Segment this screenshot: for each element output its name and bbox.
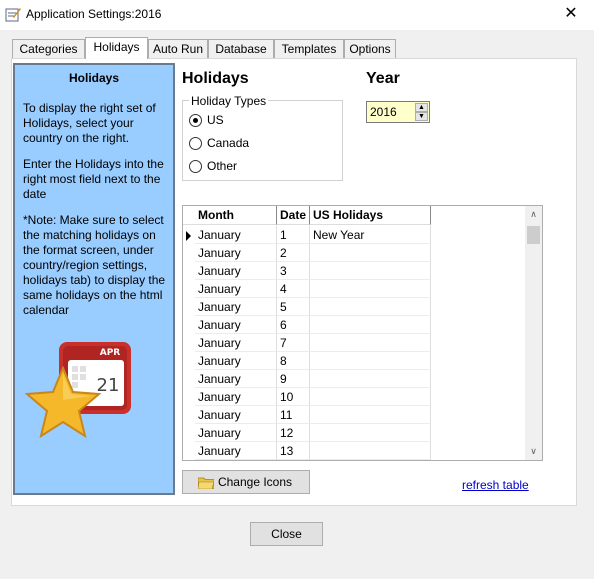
cell-date[interactable]: 10 [277,388,310,406]
change-icons-label: Change Icons [217,475,293,489]
table-row[interactable]: January 2 [183,244,528,262]
cell-date[interactable]: 2 [277,244,310,262]
cell-date[interactable]: 13 [277,442,310,460]
cell-holiday[interactable] [310,262,431,280]
year-heading: Year [366,70,400,87]
holidays-heading: Holidays [182,70,249,87]
star-icon [25,366,101,438]
cell-holiday[interactable] [310,298,431,316]
table-row[interactable]: January 8 [183,352,528,370]
cell-date[interactable]: 3 [277,262,310,280]
holiday-types-legend: Holiday Types [189,94,269,108]
cell-month[interactable]: January [195,262,277,280]
sidebar-paragraph-1: To display the right set of Holidays, se… [23,101,156,145]
cell-date[interactable]: 9 [277,370,310,388]
cell-date[interactable]: 11 [277,406,310,424]
scroll-down-icon[interactable]: ∨ [525,443,542,460]
sidebar-title: Holidays [68,71,119,85]
column-header-date[interactable]: Date [277,206,310,225]
table-row[interactable]: January 7 [183,334,528,352]
cell-holiday[interactable] [310,352,431,370]
table-row[interactable]: January 3 [183,262,528,280]
radio-selected-dot [193,118,198,123]
year-value[interactable]: 2016 [370,105,397,119]
holidays-table: Month Date US Holidays January 1 New Year J… [182,205,543,461]
year-spinner[interactable]: 2016 ▲ ▼ [366,101,430,123]
tab-database[interactable]: Database [208,39,274,58]
scroll-up-icon[interactable]: ∧ [525,206,542,223]
cell-date[interactable]: 6 [277,316,310,334]
table-header: Month Date US Holidays [183,206,528,225]
cell-holiday[interactable] [310,406,431,424]
cell-month[interactable]: January [195,352,277,370]
sidebar-paragraph-3: *Note: Make sure to select the matching … [23,213,166,317]
cell-month[interactable]: January [195,298,277,316]
table-row[interactable]: January 1 New Year [183,226,528,244]
cell-holiday[interactable] [310,316,431,334]
cell-date[interactable]: 8 [277,352,310,370]
sidebar-paragraph-2: Enter the Holidays into the right most f… [23,157,164,201]
cell-holiday[interactable] [310,334,431,352]
cell-month[interactable]: January [195,316,277,334]
tab-auto-run[interactable]: Auto Run [148,39,208,58]
cell-holiday[interactable] [310,388,431,406]
column-header-holidays[interactable]: US Holidays [310,206,431,225]
cell-date[interactable]: 12 [277,424,310,442]
cell-month[interactable]: January [195,280,277,298]
radio-us-label: US [207,113,224,127]
app-icon [5,8,21,22]
radio-button-icon [189,114,202,127]
calendar-month-label: APR [100,348,121,358]
current-row-marker-icon [186,231,191,241]
cell-holiday[interactable] [310,370,431,388]
radio-canada-label: Canada [207,136,250,150]
row-header-corner [183,206,195,225]
cell-holiday[interactable] [310,424,431,442]
folder-icon [198,477,214,489]
cell-month[interactable]: January [195,244,277,262]
spinner-up-icon[interactable]: ▲ [415,103,428,112]
cell-holiday[interactable]: New Year [310,226,431,244]
column-header-month[interactable]: Month [195,206,277,225]
table-scrollbar[interactable]: ∧ ∨ [525,206,542,460]
cell-date[interactable]: 1 [277,226,310,244]
table-row[interactable]: January 12 [183,424,528,442]
tab-categories[interactable]: Categories [12,39,85,58]
table-row[interactable]: January 6 [183,316,528,334]
cell-date[interactable]: 4 [277,280,310,298]
holiday-types-group: Holiday Types US Canada Other [182,94,343,181]
cell-month[interactable]: January [195,226,277,244]
close-button[interactable]: Close [250,522,323,546]
cell-month[interactable]: January [195,424,277,442]
tab-holidays[interactable]: Holidays [85,37,148,59]
title-bar: Application Settings:2016 ✕ [0,0,594,30]
cell-holiday[interactable] [310,442,431,460]
cell-date[interactable]: 5 [277,298,310,316]
table-row[interactable]: January 4 [183,280,528,298]
change-icons-button[interactable]: Change Icons [182,470,310,494]
spinner-down-icon[interactable]: ▼ [415,112,428,121]
cell-holiday[interactable] [310,280,431,298]
tab-options[interactable]: Options [344,39,396,58]
cell-month[interactable]: January [195,370,277,388]
table-row[interactable]: January 11 [183,406,528,424]
cell-month[interactable]: January [195,442,277,460]
radio-button-icon [189,137,202,150]
cell-month[interactable]: January [195,406,277,424]
cell-date[interactable]: 7 [277,334,310,352]
cell-month[interactable]: January [195,334,277,352]
table-row[interactable]: January 10 [183,388,528,406]
window-close-button[interactable]: ✕ [548,0,594,30]
cell-month[interactable]: January [195,388,277,406]
cell-holiday[interactable] [310,244,431,262]
scroll-thumb[interactable] [527,226,540,244]
table-row[interactable]: January 9 [183,370,528,388]
table-row[interactable]: January 5 [183,298,528,316]
radio-other-label: Other [207,159,238,173]
tab-templates[interactable]: Templates [274,39,344,58]
refresh-table-link[interactable]: refresh table [462,478,529,492]
radio-button-icon [189,160,202,173]
table-row[interactable]: January 13 [183,442,528,460]
window-title: Application Settings:2016 [26,7,162,21]
